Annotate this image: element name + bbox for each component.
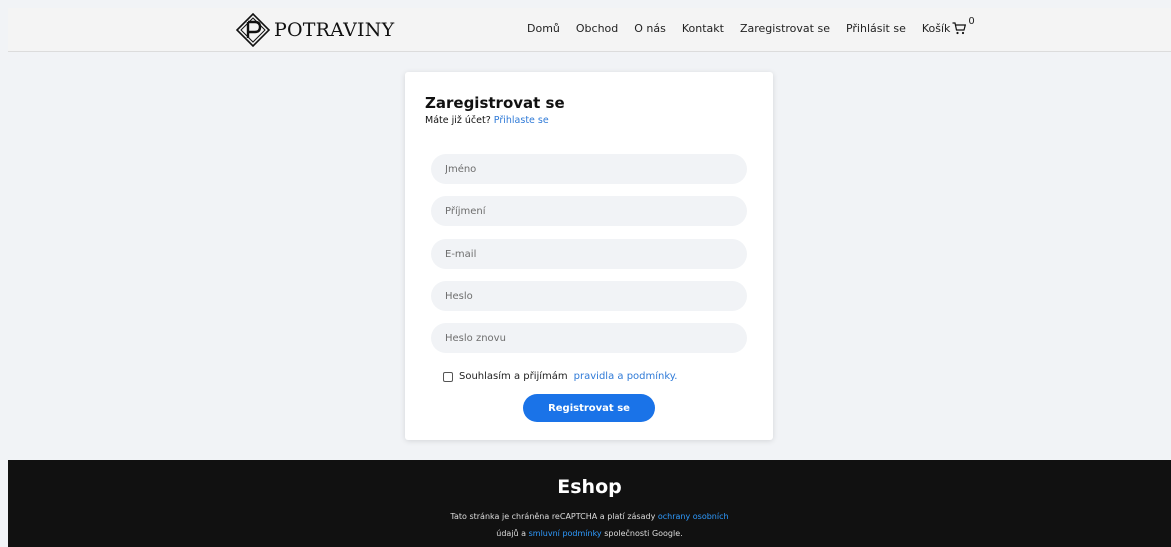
footer-recaptcha-line1: Tato stránka je chráněna reCAPTCHA a pla… [8,512,1171,521]
footer-line2-prefix: údajů a [496,529,527,538]
top-navbar: POTRAVINY Domů Obchod O nás Kontakt Zare… [8,8,1171,52]
nav-item-home[interactable]: Domů [527,22,560,35]
first-name-field[interactable] [431,154,747,184]
brand-name: POTRAVINY [274,19,395,41]
footer-line2-suffix: společnosti Google. [604,529,683,538]
nav-item-shop[interactable]: Obchod [576,22,618,35]
main-nav: Domů Obchod O nás Kontakt Zaregistrovat … [527,16,975,35]
nav-item-register[interactable]: Zaregistrovat se [740,22,830,35]
form-title: Zaregistrovat se [425,94,565,112]
footer: Eshop Tato stránka je chráněna reCAPTCHA… [8,460,1171,547]
cart-label: Košík [921,22,951,35]
subtitle-text: Máte již účet? [425,115,491,126]
email-field[interactable] [431,239,747,269]
password-again-field[interactable] [431,323,747,353]
consent-checkbox[interactable] [443,371,453,382]
privacy-link[interactable]: ochrany osobních [658,512,729,521]
footer-recaptcha-line2: údajů a smluvní podmínky společnosti Goo… [8,529,1171,538]
footer-line1-text: Tato stránka je chráněna reCAPTCHA a pla… [450,512,656,521]
register-card: Zaregistrovat se Máte již účet? Přihlast… [405,72,773,440]
register-button[interactable]: Registrovat se [523,394,655,422]
nav-item-about[interactable]: O nás [634,22,666,35]
nav-item-contact[interactable]: Kontakt [682,22,724,35]
cart-icon [952,22,967,35]
last-name-field[interactable] [431,196,747,226]
login-link[interactable]: Přihlaste se [494,115,549,126]
nav-item-login[interactable]: Přihlásit se [846,22,906,35]
cart-count-badge: 0 [968,16,975,27]
password-field[interactable] [431,281,747,311]
consent-text: Souhlasím a přijímám [459,371,568,382]
consent-row: Souhlasím a přijímám pravidla a podmínky… [443,371,677,382]
footer-title: Eshop [557,476,622,498]
form-subtitle: Máte již účet? Přihlaste se [425,115,549,126]
brand-logo-icon [236,13,270,47]
brand[interactable]: POTRAVINY [236,13,394,47]
nav-item-cart[interactable]: Košík 0 [921,16,975,35]
google-terms-link[interactable]: smluvní podmínky [529,529,602,538]
terms-link[interactable]: pravidla a podmínky. [574,371,678,382]
